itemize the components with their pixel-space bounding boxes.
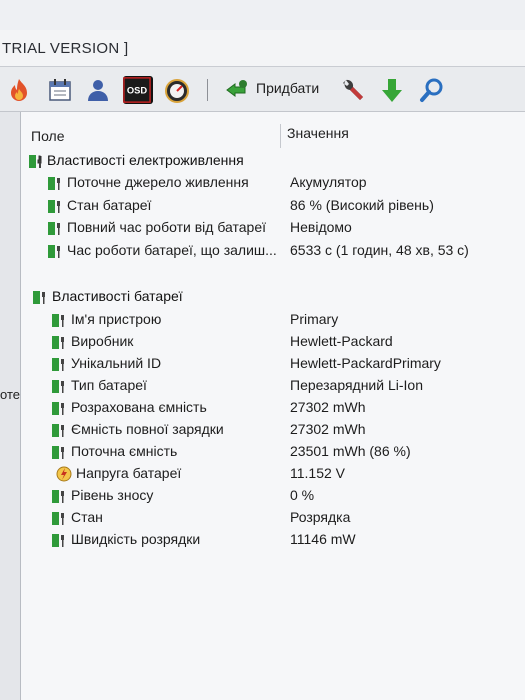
table-row[interactable]: Поточна ємність 23501 mWh (86 %) (21, 441, 525, 463)
row-value: 27302 mWh (290, 421, 366, 437)
row-value: Перезарядний Li-Ion (290, 377, 423, 393)
calendar-icon[interactable] (46, 76, 74, 104)
row-value: Hewlett-PackardPrimary (290, 355, 441, 371)
left-pane-label: оте (0, 387, 20, 402)
table-row[interactable]: Повний час роботи від батареї Невідомо (21, 217, 525, 239)
osd-text: OSD (127, 86, 147, 96)
table-row[interactable]: Час роботи батареї, що залиш... 6533 с (… (21, 240, 525, 262)
table-header: Поле Значення (21, 124, 525, 148)
row-value: 0 % (290, 487, 315, 503)
row-field: Ім'я пристрою (71, 311, 162, 327)
table-row[interactable]: Рівень зносу 0 % (21, 485, 525, 507)
row-value: Акумулятор (290, 174, 367, 190)
row-field: Розрахована ємність (71, 399, 207, 415)
flame-icon[interactable] (5, 76, 33, 104)
row-value: 86 % (Високий рівень) (290, 197, 434, 213)
row-field: Поточне джерело живлення (67, 174, 249, 190)
row-value: 6533 с (1 годин, 48 хв, 53 с) (290, 242, 469, 258)
row-field: Поточна ємність (71, 443, 178, 459)
table-row[interactable]: Тип батареї Перезарядний Li-Ion (21, 375, 525, 397)
row-field: Унікальний ID (71, 355, 162, 371)
row-value: Primary (290, 311, 339, 327)
table-row[interactable]: Напруга батареї 11.152 V (21, 463, 525, 485)
wrench-icon[interactable] (338, 76, 366, 104)
row-value: Hewlett-Packard (290, 333, 393, 349)
battery-icon (27, 152, 45, 170)
header-value[interactable]: Значення (287, 125, 349, 141)
row-field: Повний час роботи від батареї (67, 219, 266, 235)
row-field: Час роботи батареї, що залиш... (67, 242, 277, 258)
toolbar: OSD Придбати (0, 67, 525, 112)
group-power-properties[interactable]: Властивості електроживлення (21, 150, 525, 172)
table-row[interactable]: Ємність повної зарядки 27302 mWh (21, 419, 525, 441)
battery-icon (50, 311, 68, 329)
row-value: 27302 mWh (290, 399, 366, 415)
row-value: 11.152 V (290, 465, 346, 481)
row-field: Тип батареї (71, 377, 147, 393)
battery-icon (50, 443, 68, 461)
battery-icon (31, 288, 49, 306)
row-field: Виробник (71, 333, 134, 349)
header-field[interactable]: Поле (31, 128, 65, 144)
battery-icon (46, 197, 64, 215)
battery-icon (46, 219, 64, 237)
battery-icon (46, 174, 64, 192)
left-pane: оте (0, 112, 21, 700)
add-button-label[interactable]: Придбати (256, 80, 319, 96)
group-title: Властивості батареї (52, 288, 183, 304)
battery-icon (50, 509, 68, 527)
row-field: Рівень зносу (71, 487, 154, 503)
table-row[interactable]: Стан Розрядка (21, 507, 525, 529)
table-row[interactable]: Стан батареї 86 % (Високий рівень) (21, 195, 525, 217)
table-row[interactable]: Швидкість розрядки 11146 mW (21, 529, 525, 551)
download-arrow-icon[interactable] (378, 76, 406, 104)
row-field: Стан (71, 509, 103, 525)
group-title: Властивості електроживлення (47, 152, 244, 168)
user-icon[interactable] (84, 76, 112, 104)
header-divider[interactable] (280, 124, 281, 148)
table-row[interactable]: Виробник Hewlett-Packard (21, 331, 525, 353)
row-field: Швидкість розрядки (71, 531, 201, 547)
battery-icon (50, 487, 68, 505)
row-value: Розрядка (290, 509, 351, 525)
table-row[interactable]: Ім'я пристрою Primary (21, 309, 525, 331)
table-row[interactable]: Унікальний ID Hewlett-PackardPrimary (21, 353, 525, 375)
add-icon[interactable] (223, 76, 251, 104)
voltage-icon (55, 465, 73, 483)
battery-icon (50, 399, 68, 417)
battery-icon (50, 377, 68, 395)
toolbar-separator (207, 79, 208, 101)
row-value: Невідомо (290, 219, 352, 235)
row-value: 23501 mWh (86 %) (290, 443, 411, 459)
window-title: TRIAL VERSION ] (2, 40, 129, 57)
battery-icon (50, 333, 68, 351)
properties-table: Поле Значення Властивості електроживленн… (21, 112, 525, 700)
table-row[interactable]: Поточне джерело живлення Акумулятор (21, 172, 525, 194)
group-battery-properties[interactable]: Властивості батареї (21, 286, 525, 308)
search-icon[interactable] (418, 76, 446, 104)
row-field: Напруга батареї (76, 465, 182, 481)
title-bar: TRIAL VERSION ] (0, 30, 525, 67)
table-row[interactable]: Розрахована ємність 27302 mWh (21, 397, 525, 419)
battery-icon (50, 531, 68, 549)
row-field: Стан батареї (67, 197, 152, 213)
battery-icon (50, 421, 68, 439)
screen: TRIAL VERSION ] OSD Придбати оте Поле Зн… (0, 0, 525, 700)
gauge-icon[interactable] (163, 76, 191, 104)
battery-icon (46, 242, 64, 260)
osd-icon[interactable]: OSD (123, 76, 153, 104)
row-value: 11146 mW (290, 531, 356, 547)
battery-icon (50, 355, 68, 373)
row-field: Ємність повної зарядки (71, 421, 224, 437)
